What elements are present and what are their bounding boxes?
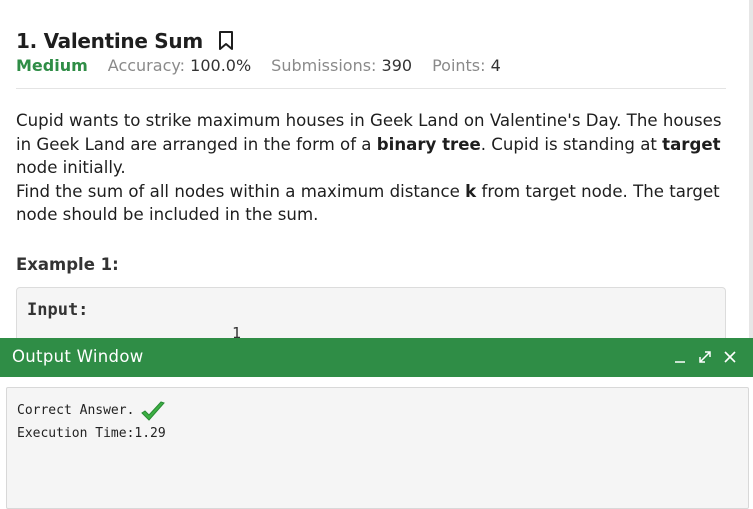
submissions-value: 390 <box>381 56 413 75</box>
output-panel: Correct Answer. Execution Time:1.29 <box>6 387 749 509</box>
bookmark-icon[interactable] <box>217 30 235 52</box>
title-row: 1. Valentine Sum <box>16 29 235 53</box>
accuracy-value: 100.0% <box>190 56 252 75</box>
close-icon[interactable] <box>721 347 739 367</box>
problem-statement-panel: 1. Valentine Sum Medium Accuracy: 100.0%… <box>0 0 753 338</box>
divider <box>16 88 726 89</box>
description-emphasis: k <box>465 181 477 201</box>
description-paragraph-1: Cupid wants to strike maximum houses in … <box>16 109 731 180</box>
difficulty-badge: Medium <box>16 56 88 75</box>
example-tree-root: 1 <box>232 324 242 338</box>
output-window-header: Output Window <box>0 338 753 377</box>
submissions-stat: Submissions: 390 <box>271 56 412 75</box>
result-text: Correct Answer. <box>17 403 135 418</box>
execution-time: Execution Time:1.29 <box>17 426 166 441</box>
description-paragraph-2: Find the sum of all nodes within a maxim… <box>16 180 731 227</box>
check-icon <box>139 400 167 424</box>
points-stat: Points: 4 <box>432 56 501 75</box>
description-text: Find the sum of all nodes within a maxim… <box>16 181 466 201</box>
points-label: Points: <box>432 56 486 75</box>
problem-meta: Medium Accuracy: 100.0% Submissions: 390… <box>16 56 501 75</box>
description-text: node initially. <box>16 158 126 177</box>
example-box: Input: 1 <box>16 287 726 338</box>
minimize-icon[interactable] <box>671 347 689 367</box>
accuracy-stat: Accuracy: 100.0% <box>108 56 251 75</box>
description-text: . Cupid is standing at <box>480 134 663 154</box>
problem-description: Cupid wants to strike maximum houses in … <box>16 109 731 227</box>
example-title: Example 1: <box>16 255 119 274</box>
points-value: 4 <box>490 56 501 75</box>
output-window-title: Output Window <box>12 347 144 366</box>
accuracy-label: Accuracy: <box>107 56 186 75</box>
scrollbar[interactable] <box>749 0 753 338</box>
description-emphasis: target <box>662 134 721 154</box>
problem-title: 1. Valentine Sum <box>16 29 203 53</box>
expand-icon[interactable] <box>696 347 714 367</box>
submissions-label: Submissions: <box>271 56 377 75</box>
description-emphasis: binary tree <box>376 134 481 154</box>
example-input-label: Input: <box>27 300 89 320</box>
